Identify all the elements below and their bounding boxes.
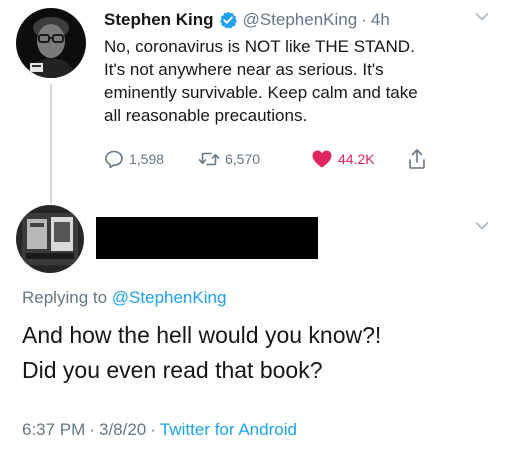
tweet-text-line: eminently survivable. Keep calm and take (104, 83, 418, 102)
tweet-time-ago[interactable]: 4h (371, 8, 390, 32)
tweet-text-line: No, coronavirus is NOT like THE STAND. (104, 37, 415, 56)
tweet-text: No, coronavirus is NOT like THE STAND. I… (104, 35, 504, 127)
like-count: 44.2K (338, 151, 375, 167)
meta-separator: · (150, 420, 156, 439)
tweet-text-line: It's not anywhere near as serious. It's (104, 60, 384, 79)
tweet-date[interactable]: 3/8/20 (99, 420, 146, 439)
reply-count: 1,598 (129, 151, 165, 167)
header-separator: · (361, 10, 367, 29)
thread-connector-line (50, 84, 52, 204)
reply-button[interactable]: 1,598 (104, 147, 164, 171)
chevron-down-icon[interactable] (475, 12, 489, 22)
replying-to-handle-link[interactable]: @StephenKing (112, 288, 227, 307)
share-button[interactable] (407, 147, 432, 171)
tweet-metadata: 6:37 PM · 3/8/20 · Twitter for Android (22, 419, 297, 441)
reply-text: And how the hell would you know?! Did yo… (22, 318, 502, 388)
tweet-header: Stephen King @StephenKing · 4h (104, 8, 390, 32)
reply-text-line: And how the hell would you know?! (22, 322, 382, 348)
tweet-actions-bar: 1,598 6,570 44.2K (104, 147, 484, 171)
tweet-time[interactable]: 6:37 PM (22, 420, 85, 439)
tweet-text-line: all reasonable precautions. (104, 106, 308, 125)
author-handle[interactable]: @StephenKing (243, 8, 358, 32)
retweet-count: 6,570 (225, 151, 261, 167)
like-button[interactable]: 44.2K (311, 147, 375, 171)
chevron-down-icon[interactable] (475, 221, 489, 231)
retweet-button[interactable]: 6,570 (198, 147, 260, 171)
reply-text-line: Did you even read that book? (22, 357, 323, 383)
retweet-icon (198, 149, 225, 169)
replying-to-label: Replying to (22, 288, 108, 307)
replier-avatar[interactable] (16, 205, 84, 273)
redacted-name-block (96, 217, 318, 259)
share-icon (407, 148, 432, 170)
verified-badge-icon (219, 11, 237, 29)
reply-icon (104, 149, 129, 169)
replying-to-line: Replying to @StephenKing (22, 287, 226, 309)
heart-icon (311, 149, 338, 169)
author-avatar[interactable] (16, 8, 86, 78)
tweet-source-link[interactable]: Twitter for Android (160, 420, 297, 439)
author-name[interactable]: Stephen King (104, 8, 214, 32)
meta-separator: · (89, 420, 95, 439)
